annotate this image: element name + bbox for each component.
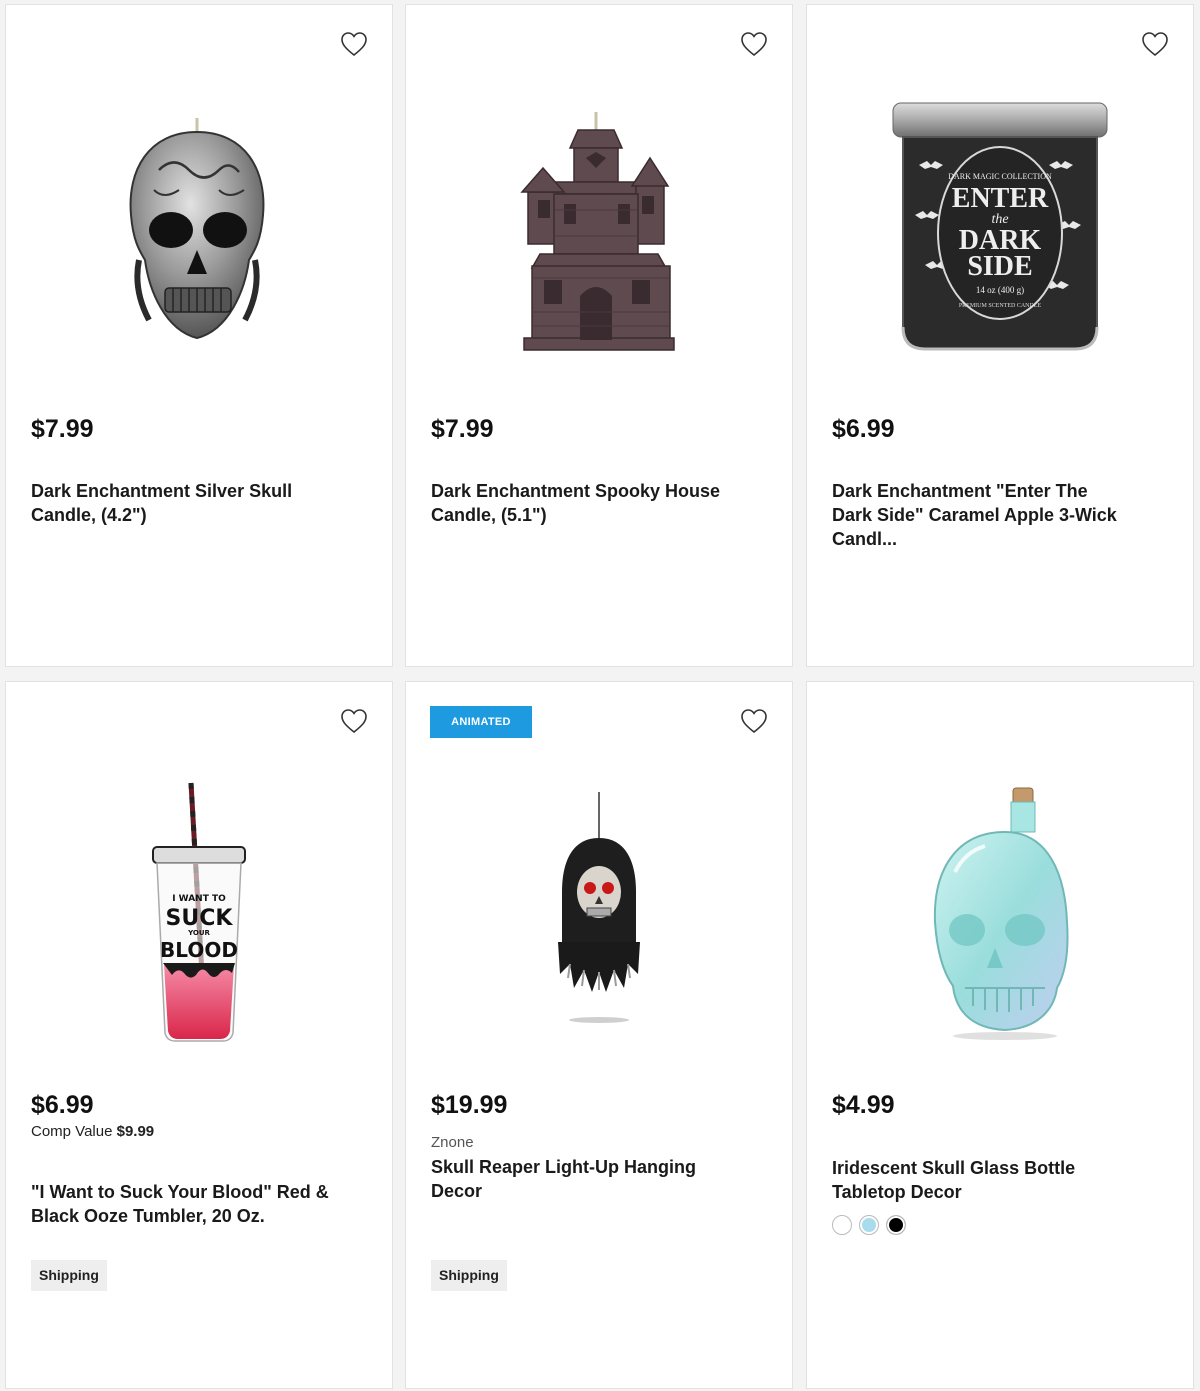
comp-value-label: Comp Value <box>31 1123 113 1140</box>
product-price: $6.99 <box>31 1091 94 1119</box>
swatch-white[interactable] <box>832 1215 852 1235</box>
product-price: $7.99 <box>431 415 494 443</box>
silver-skull-candle-image <box>129 118 265 340</box>
product-image[interactable]: I WANT TO SUCK YOUR BLOOD <box>6 752 392 1072</box>
product-card[interactable]: ANIMATED $19.99 Znone Skull Reaper Light… <box>405 681 793 1389</box>
heart-icon[interactable] <box>740 708 768 734</box>
label-top: DARK MAGIC COLLECTION <box>948 172 1052 181</box>
animated-badge: ANIMATED <box>430 706 532 738</box>
label-weight: 14 oz (400 g) <box>976 285 1024 295</box>
enter-the-dark-side-candle-image: DARK MAGIC COLLECTION ENTER the DARK SID… <box>892 102 1108 351</box>
swatch-black[interactable] <box>886 1215 906 1235</box>
product-card[interactable]: $4.99 Iridescent Skull Glass Bottle Tabl… <box>806 681 1194 1389</box>
product-card[interactable]: $7.99 Dark Enchantment Spooky House Cand… <box>405 4 793 667</box>
product-title[interactable]: Iridescent Skull Glass Bottle Tabletop D… <box>832 1156 1132 1204</box>
product-title[interactable]: Dark Enchantment Silver Skull Candle, (4… <box>31 479 331 527</box>
iridescent-skull-bottle-image <box>933 787 1069 1040</box>
heart-icon[interactable] <box>340 708 368 734</box>
shipping-badge: Shipping <box>31 1260 107 1291</box>
label-line4: SIDE <box>967 251 1032 282</box>
swatch-light-blue[interactable] <box>859 1215 879 1235</box>
product-image[interactable] <box>807 752 1193 1072</box>
cup-text-1: I WANT TO <box>172 894 226 904</box>
product-image[interactable] <box>6 75 392 385</box>
product-card[interactable]: $7.99 Dark Enchantment Silver Skull Cand… <box>5 4 393 667</box>
heart-icon[interactable] <box>340 31 368 57</box>
product-card[interactable]: DARK MAGIC COLLECTION ENTER the DARK SID… <box>806 4 1194 667</box>
skull-reaper-image <box>558 792 640 1023</box>
product-brand[interactable]: Znone <box>431 1134 474 1151</box>
product-card[interactable]: I WANT TO SUCK YOUR BLOOD $6.99 Comp Val… <box>5 681 393 1389</box>
product-price: $7.99 <box>31 415 94 443</box>
cup-text-2: SUCK <box>166 906 234 931</box>
product-image[interactable] <box>406 752 792 1072</box>
product-title[interactable]: Dark Enchantment Spooky House Candle, (5… <box>431 479 731 527</box>
shipping-badge: Shipping <box>431 1260 507 1291</box>
label-line1: ENTER <box>952 183 1049 214</box>
comp-value-amount: $9.99 <box>116 1123 155 1140</box>
product-image[interactable]: DARK MAGIC COLLECTION ENTER the DARK SID… <box>807 75 1193 385</box>
blood-tumbler-image: I WANT TO SUCK YOUR BLOOD <box>152 782 246 1042</box>
product-price: $4.99 <box>832 1091 895 1119</box>
cup-text-4: BLOOD <box>160 938 238 962</box>
label-bottom: PREMIUM SCENTED CANDLE <box>959 303 1042 309</box>
product-title[interactable]: "I Want to Suck Your Blood" Red & Black … <box>31 1180 331 1228</box>
product-image[interactable] <box>406 75 792 385</box>
product-price: $6.99 <box>832 415 895 443</box>
comp-value: Comp Value $9.99 <box>31 1123 154 1140</box>
spooky-house-candle-image <box>520 112 675 351</box>
heart-icon[interactable] <box>1141 31 1169 57</box>
product-price: $19.99 <box>431 1091 508 1119</box>
product-title[interactable]: Skull Reaper Light-Up Hanging Decor <box>431 1155 731 1203</box>
color-swatches <box>832 1215 906 1235</box>
product-title[interactable]: Dark Enchantment "Enter The Dark Side" C… <box>832 479 1132 551</box>
cup-text-3: YOUR <box>187 929 210 937</box>
heart-icon[interactable] <box>740 31 768 57</box>
